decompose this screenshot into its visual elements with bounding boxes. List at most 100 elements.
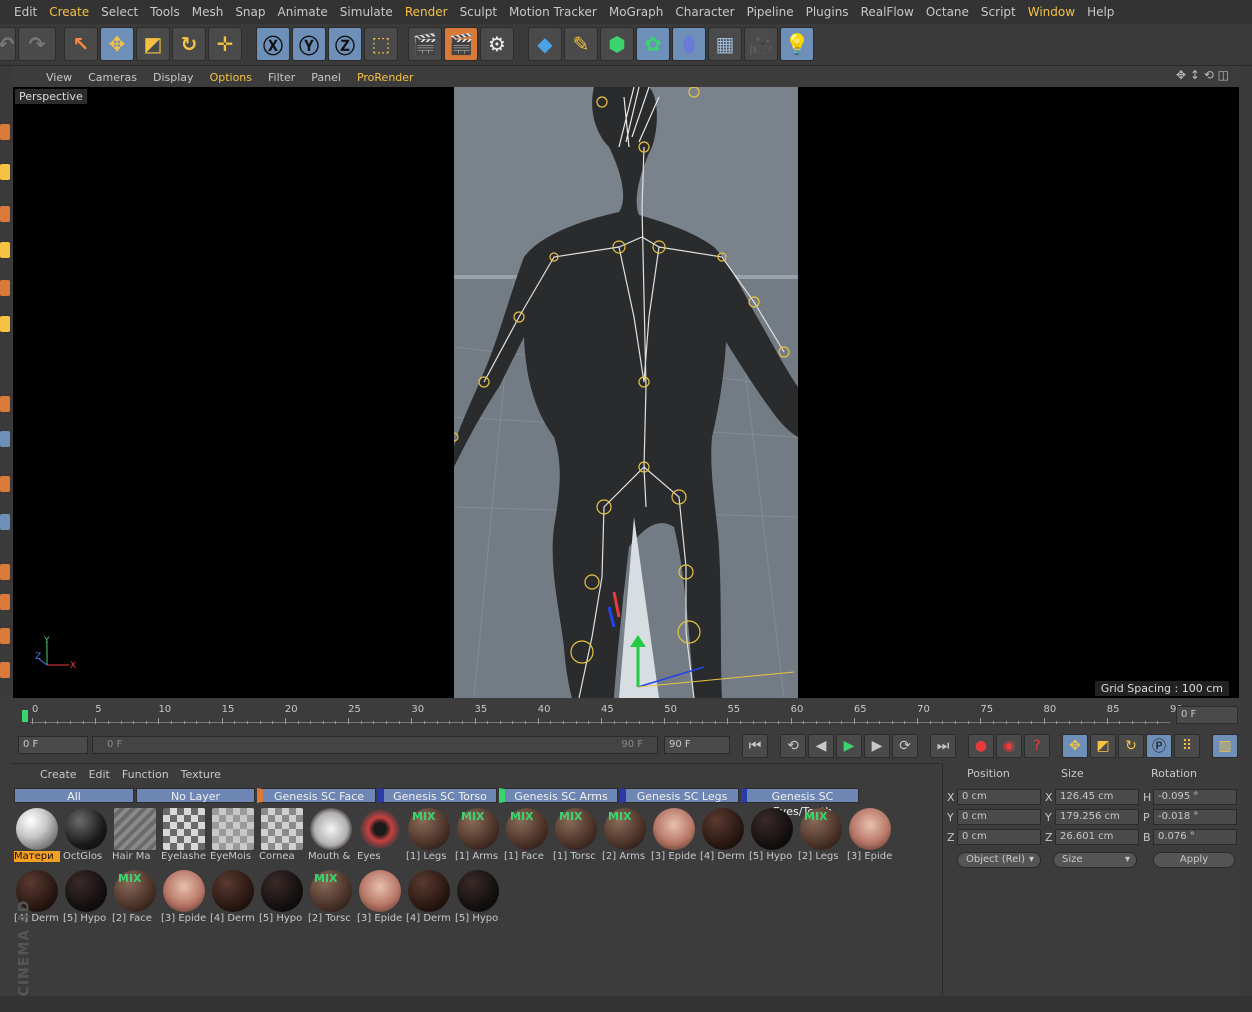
material-swatch[interactable]: [3] Epide bbox=[847, 806, 893, 862]
rotation-h-field[interactable]: -0.095 ° bbox=[1153, 789, 1237, 805]
viewport-menu-display[interactable]: Display bbox=[145, 71, 202, 84]
rotation-p-field[interactable]: -0.018 ° bbox=[1153, 809, 1237, 825]
paint-icon[interactable] bbox=[0, 662, 10, 678]
rotate-icon[interactable]: ↻ bbox=[172, 27, 206, 61]
perspective-viewport[interactable]: Perspective Grid Spacing : 100 cm Y X Z bbox=[13, 87, 1239, 698]
menu-motion-tracker[interactable]: Motion Tracker bbox=[503, 5, 603, 19]
keyframe-selection-icon[interactable]: ? bbox=[1024, 734, 1050, 758]
material-swatch[interactable]: [3] Epide bbox=[651, 806, 697, 862]
viewport-menu-prorender[interactable]: ProRender bbox=[349, 71, 422, 84]
key-position-icon[interactable]: ✥ bbox=[1062, 734, 1088, 758]
play-icon[interactable]: ▶ bbox=[836, 734, 862, 758]
pen-spline-icon[interactable]: ✎ bbox=[564, 27, 598, 61]
material-swatch[interactable]: Eyelashe bbox=[161, 806, 207, 862]
tweak-mode-icon[interactable] bbox=[0, 431, 10, 447]
z-axis-icon[interactable]: Ⓩ bbox=[328, 27, 362, 61]
menu-pipeline[interactable]: Pipeline bbox=[741, 5, 800, 19]
menu-simulate[interactable]: Simulate bbox=[334, 5, 399, 19]
timeline-window-icon[interactable]: ▥ bbox=[1212, 734, 1238, 758]
layer-tab-genesis-sc-torso[interactable]: Genesis SC Torso bbox=[378, 788, 497, 803]
key-scale-icon[interactable]: ◩ bbox=[1090, 734, 1116, 758]
polygons-mode-icon[interactable] bbox=[0, 316, 10, 332]
camera-label[interactable]: Perspective bbox=[15, 89, 87, 104]
material-menu-function[interactable]: Function bbox=[116, 768, 175, 781]
material-swatch[interactable]: [4] Derm bbox=[700, 806, 746, 862]
timeline-ruler[interactable]: 051015202530354045505560657075808590 0 F bbox=[12, 700, 1240, 730]
material-swatch[interactable]: MIX [1] Arms bbox=[455, 806, 501, 862]
go-to-start-icon[interactable]: ⏮ bbox=[742, 734, 768, 758]
material-swatch[interactable]: [4] Derm bbox=[406, 868, 452, 924]
menu-window[interactable]: Window bbox=[1022, 5, 1081, 19]
key-parameter-icon[interactable]: Ⓟ bbox=[1146, 734, 1172, 758]
texture-mode-icon[interactable] bbox=[0, 164, 10, 180]
viewport-menu-cameras[interactable]: Cameras bbox=[80, 71, 145, 84]
viewport-menu-options[interactable]: Options bbox=[202, 71, 260, 84]
size-x-field[interactable]: 126.45 cm bbox=[1055, 789, 1139, 805]
scale-icon[interactable]: ◩ bbox=[136, 27, 170, 61]
material-swatch[interactable]: [5] Hypo bbox=[63, 868, 109, 924]
material-swatch[interactable]: [5] Hypo bbox=[455, 868, 501, 924]
redo-icon[interactable]: ↷ bbox=[18, 27, 56, 61]
menu-snap[interactable]: Snap bbox=[229, 5, 271, 19]
start-frame-field[interactable]: 0 F bbox=[18, 736, 88, 754]
cube-icon[interactable]: ◆ bbox=[528, 27, 562, 61]
material-swatch[interactable]: [5] Hypo bbox=[749, 806, 795, 862]
next-frame-icon[interactable]: ▶ bbox=[864, 734, 890, 758]
material-swatch[interactable]: [3] Epide bbox=[357, 868, 403, 924]
material-swatch[interactable]: MIX [2] Torsc bbox=[308, 868, 354, 924]
menu-create[interactable]: Create bbox=[43, 5, 95, 19]
y-axis-icon[interactable]: Ⓨ bbox=[292, 27, 326, 61]
material-swatch[interactable]: [5] Hypo bbox=[259, 868, 305, 924]
menu-sculpt[interactable]: Sculpt bbox=[454, 5, 503, 19]
coordinate-mode-dropdown[interactable]: Object (Rel) ▾ bbox=[957, 852, 1041, 868]
solo-icon[interactable] bbox=[0, 628, 10, 644]
material-swatch[interactable]: MIX [1] Legs bbox=[406, 806, 452, 862]
camera-icon[interactable]: 🎥 bbox=[744, 27, 778, 61]
points-mode-icon[interactable] bbox=[0, 242, 10, 258]
material-swatch[interactable]: Матери bbox=[14, 806, 60, 862]
light-icon[interactable]: 💡 bbox=[780, 27, 814, 61]
layer-tab-genesis-sc-face[interactable]: Genesis SC Face bbox=[257, 788, 376, 803]
menu-script[interactable]: Script bbox=[975, 5, 1022, 19]
viewport-menu-panel[interactable]: Panel bbox=[303, 71, 349, 84]
key-rotation-icon[interactable]: ↻ bbox=[1118, 734, 1144, 758]
material-swatch[interactable]: MIX [1] Torsc bbox=[553, 806, 599, 862]
array-generator-icon[interactable]: ✿ bbox=[636, 27, 670, 61]
menu-realflow[interactable]: RealFlow bbox=[855, 5, 920, 19]
undo-icon[interactable]: ↶ bbox=[0, 27, 16, 61]
layer-tab-all[interactable]: All bbox=[14, 788, 134, 803]
current-frame-field[interactable]: 0 F bbox=[1176, 706, 1238, 724]
rotation-b-field[interactable]: 0.076 ° bbox=[1153, 829, 1237, 845]
x-axis-icon[interactable]: Ⓧ bbox=[256, 27, 290, 61]
render-picture-viewer-icon[interactable]: 🎬 bbox=[444, 27, 478, 61]
material-swatch[interactable]: OctGlos bbox=[63, 806, 109, 862]
position-y-field[interactable]: 0 cm bbox=[957, 809, 1041, 825]
layer-tab-genesis-sc-eyes-teeth[interactable]: Genesis SC Eyes/Teeth bbox=[741, 788, 859, 818]
floor-icon[interactable]: ▦ bbox=[708, 27, 742, 61]
material-swatch[interactable]: EyeMois bbox=[210, 806, 256, 862]
transform-icon[interactable]: ✛ bbox=[208, 27, 242, 61]
menu-octane[interactable]: Octane bbox=[920, 5, 975, 19]
end-frame-field[interactable]: 90 F bbox=[664, 736, 730, 754]
position-z-field[interactable]: 0 cm bbox=[957, 829, 1041, 845]
workplane-icon[interactable] bbox=[0, 206, 10, 222]
material-swatch[interactable]: [3] Epide bbox=[161, 868, 207, 924]
viewport-menu-filter[interactable]: Filter bbox=[260, 71, 303, 84]
sculpt-icon[interactable] bbox=[0, 514, 10, 530]
viewport-menu-view[interactable]: View bbox=[38, 71, 80, 84]
menu-animate[interactable]: Animate bbox=[272, 5, 334, 19]
menu-mograph[interactable]: MoGraph bbox=[603, 5, 670, 19]
material-menu-edit[interactable]: Edit bbox=[83, 768, 116, 781]
menu-help[interactable]: Help bbox=[1081, 5, 1120, 19]
material-swatch[interactable]: Hair Ma bbox=[112, 806, 158, 862]
record-keys-icon[interactable]: ● bbox=[968, 734, 994, 758]
material-swatch[interactable]: [4] Derm bbox=[210, 868, 256, 924]
next-keyframe-icon[interactable]: ⟳ bbox=[892, 734, 918, 758]
apply-button[interactable]: Apply bbox=[1153, 852, 1235, 868]
position-x-field[interactable]: 0 cm bbox=[957, 789, 1041, 805]
autokey-icon[interactable]: ◉ bbox=[996, 734, 1022, 758]
layer-tab-genesis-sc-arms[interactable]: Genesis SC Arms bbox=[499, 788, 618, 803]
axis-mode-icon[interactable] bbox=[0, 396, 10, 412]
material-swatch[interactable]: Eyes bbox=[357, 806, 403, 862]
size-y-field[interactable]: 179.256 cm bbox=[1055, 809, 1139, 825]
